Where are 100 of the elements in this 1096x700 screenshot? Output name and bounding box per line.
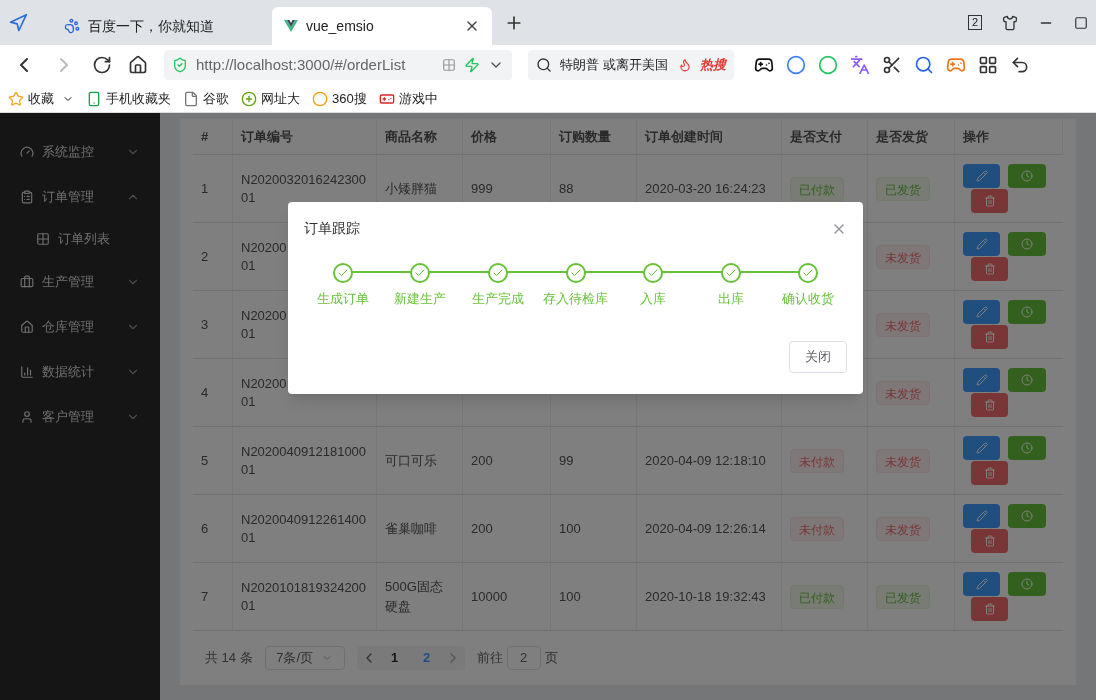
- page-number[interactable]: 1: [380, 646, 409, 670]
- trash-icon: [983, 263, 996, 275]
- track-button[interactable]: [1008, 572, 1046, 596]
- table-cell-text: 01: [241, 256, 257, 275]
- table-cell: N2020040912181000: [241, 442, 368, 461]
- table-cell-text: 2020-04-09 12:18:10: [645, 451, 766, 470]
- track-button[interactable]: [1008, 164, 1046, 188]
- sidebar-item[interactable]: 数据统计: [0, 349, 160, 394]
- star-icon: [8, 90, 24, 107]
- column-header: 操作: [955, 119, 1063, 154]
- browser-tab[interactable]: 百度一下，你就知道: [52, 7, 272, 45]
- delete-button[interactable]: [971, 189, 1008, 213]
- maximize-icon[interactable]: [1074, 15, 1088, 30]
- status-tag: 未发货: [876, 448, 930, 473]
- edit-button[interactable]: [963, 572, 1000, 596]
- bookmark-item[interactable]: 网址大: [241, 88, 300, 109]
- gamepad-icon[interactable]: [946, 55, 966, 75]
- url-text: http://localhost:3000/#/orderList: [196, 54, 407, 75]
- track-button[interactable]: [1008, 300, 1046, 324]
- scissors-icon[interactable]: [882, 55, 902, 75]
- browser-logo-icon[interactable]: [8, 12, 28, 33]
- bookmark-item[interactable]: 手机收藏夹: [86, 88, 171, 109]
- qr-icon[interactable]: [442, 58, 456, 72]
- track-button[interactable]: [1008, 368, 1046, 392]
- magnifier-icon[interactable]: [914, 55, 934, 75]
- tab-title: vue_emsio: [306, 16, 375, 36]
- table-cell-text: 100: [559, 587, 581, 606]
- bookmark-item[interactable]: 360搜: [312, 88, 367, 109]
- sidebar-item[interactable]: 仓库管理: [0, 304, 160, 349]
- goto-page-field[interactable]: 2: [506, 646, 541, 670]
- sidebar-item[interactable]: 订单管理: [0, 174, 160, 219]
- sidebar-item[interactable]: 客户管理: [0, 394, 160, 439]
- home-icon[interactable]: [128, 55, 148, 75]
- table-cell: N2020040912261400: [241, 510, 368, 529]
- status-tag: 已发货: [876, 176, 930, 201]
- search-field[interactable]: 特朗普 或离开美国 热搜: [528, 50, 734, 80]
- bookmark-item[interactable]: 谷歌: [183, 88, 229, 109]
- table-cell: N2020032016242300: [241, 170, 368, 189]
- edit-button[interactable]: [963, 300, 1000, 324]
- bookmark-item[interactable]: 游戏中: [378, 88, 438, 109]
- clock-icon: [1021, 170, 1033, 182]
- trash-icon: [983, 331, 996, 343]
- briefcase-icon: [20, 274, 34, 289]
- shirt-icon[interactable]: [1002, 14, 1018, 31]
- table-cell-text: 01: [241, 460, 257, 479]
- table-cell-text: 5: [201, 451, 209, 470]
- reload-icon[interactable]: [92, 55, 112, 75]
- delete-button[interactable]: [971, 529, 1008, 553]
- house-icon: [20, 319, 34, 334]
- step-label: 存入待检库: [543, 290, 608, 308]
- column-header: 订单创建时间: [637, 119, 782, 154]
- track-button[interactable]: [1008, 504, 1046, 528]
- status-tag: 未发货: [876, 516, 930, 541]
- pencil-icon: [975, 442, 988, 454]
- table-cell-text: 2020-10-18 19:32:43: [645, 587, 766, 606]
- sidebar-item[interactable]: 生产管理: [0, 259, 160, 304]
- delete-button[interactable]: [971, 325, 1008, 349]
- lightning-icon[interactable]: [464, 57, 480, 73]
- page-size-select[interactable]: 7条/页: [264, 646, 345, 670]
- translate-icon[interactable]: [850, 55, 870, 75]
- sidebar-item[interactable]: 系统监控: [0, 129, 160, 174]
- pencil-icon: [975, 306, 988, 318]
- table-cell-text: 500G固态硬盘: [385, 578, 444, 616]
- edit-button[interactable]: [963, 436, 1000, 460]
- edit-button[interactable]: [963, 504, 1000, 528]
- track-button[interactable]: [1008, 232, 1046, 256]
- apps-icon[interactable]: [978, 55, 998, 75]
- table-cell-text: 可口可乐: [385, 451, 437, 470]
- delete-button[interactable]: [971, 597, 1008, 621]
- step-label: 新建生产: [394, 290, 447, 308]
- clock-icon: [1021, 238, 1033, 250]
- browser-tab[interactable]: vue_emsio: [272, 7, 492, 45]
- flame-icon: [678, 58, 692, 72]
- table-cell-text: 100: [559, 519, 581, 538]
- undo-icon[interactable]: [1010, 55, 1030, 75]
- delete-button[interactable]: [971, 461, 1008, 485]
- close-button[interactable]: 关闭: [789, 340, 847, 373]
- search-icon: [536, 57, 552, 73]
- bookmark-item[interactable]: 收藏: [8, 88, 74, 109]
- delete-button[interactable]: [971, 257, 1008, 281]
- column-header: #: [193, 119, 233, 154]
- ring-icon: [312, 90, 328, 107]
- sidebar-subitem[interactable]: 订单列表: [0, 219, 160, 259]
- edit-button[interactable]: [963, 368, 1000, 392]
- status-tag: 已付款: [790, 176, 844, 201]
- plus-circle-icon: [241, 90, 257, 107]
- column-header: 价格: [463, 119, 551, 154]
- edit-button[interactable]: [963, 164, 1000, 188]
- bar-chart-icon: [20, 364, 34, 379]
- shield-icon: [172, 57, 188, 73]
- hot-search-label[interactable]: 热搜: [700, 55, 726, 75]
- trash-icon: [983, 467, 996, 479]
- track-button[interactable]: [1008, 436, 1046, 460]
- tab-count-badge[interactable]: 2: [968, 15, 982, 30]
- table-cell-text: 99: [559, 451, 574, 470]
- step-label: 生产完成: [471, 290, 524, 308]
- delete-button[interactable]: [971, 393, 1008, 417]
- address-field[interactable]: http://localhost:3000/#/orderList: [164, 50, 512, 80]
- edit-button[interactable]: [963, 232, 1000, 256]
- gauge-icon: [20, 144, 34, 159]
